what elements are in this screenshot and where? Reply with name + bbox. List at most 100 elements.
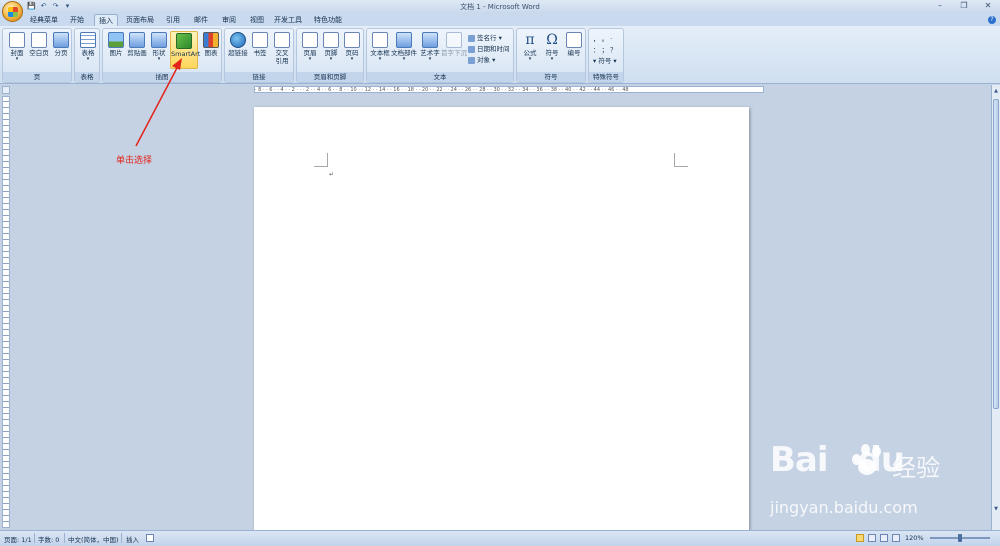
chevron-down-icon: ▾ (528, 56, 532, 62)
chevron-down-icon: ▾ (428, 56, 432, 62)
zoom-slider-knob[interactable] (958, 534, 962, 542)
tab-page-layout[interactable]: 页面布局 (122, 14, 158, 26)
ribbon: 封面 ▾ 空白页 分页 页 表格 ▾ 表格 图片 剪贴画 形状 ▾ SmartArt … (0, 26, 1000, 84)
status-word-count[interactable]: 字数: 0 (38, 534, 59, 544)
text-box-icon (372, 32, 388, 48)
cover-page-icon (9, 32, 25, 48)
vertical-ruler[interactable] (2, 96, 10, 528)
date-time-button[interactable]: 日期和时间 (468, 43, 510, 53)
group-header-footer: 页眉 ▾ 页脚 ▾ 页码 ▾ 页眉和页脚 (296, 28, 364, 83)
outline-view-icon[interactable] (892, 534, 900, 542)
office-logo-icon (7, 6, 18, 17)
object-button[interactable]: 对象 ▾ (468, 54, 495, 64)
text-box-button[interactable]: 文本框 ▾ (368, 31, 392, 69)
group-label-header-footer: 页眉和页脚 (297, 72, 363, 82)
quick-parts-icon (396, 32, 412, 48)
scroll-up-icon[interactable]: ▲ (993, 87, 999, 95)
group-symbols: π 公式 ▾ Ω 符号 ▾ 编号 符号 (516, 28, 586, 83)
tab-special-features[interactable]: 特色功能 (312, 14, 344, 26)
tab-references[interactable]: 引用 (162, 14, 184, 26)
hyperlink-button[interactable]: 超链接 (226, 31, 250, 69)
full-screen-view-icon[interactable] (868, 534, 876, 542)
title-bar: 💾 ↶ ↷ ▾ 文档 1 - Microsoft Word – ❐ ✕ (0, 0, 1000, 13)
page-break-icon (53, 32, 69, 48)
cross-reference-button[interactable]: 交叉 引用 (270, 31, 294, 69)
chart-button[interactable]: 图表 (199, 31, 223, 69)
tab-insert[interactable]: 插入 (94, 14, 118, 26)
margin-corner-left (314, 153, 328, 167)
ribbon-tabs: 经典菜单 开始 插入 页面布局 引用 邮件 审阅 视图 开发工具 特色功能 ? (0, 13, 1000, 26)
status-language[interactable]: 中文(简体，中国) (68, 534, 119, 544)
signature-line-button[interactable]: 签名行 ▾ (468, 32, 502, 42)
window-controls: – ❐ ✕ (934, 1, 994, 10)
scrollbar-thumb[interactable] (993, 99, 999, 409)
zoom-level[interactable]: 120% (905, 534, 924, 542)
smartart-icon (176, 33, 192, 49)
vertical-scrollbar[interactable]: ▲ ▼ (991, 85, 1000, 530)
chevron-down-icon: ▾ (15, 56, 19, 62)
status-insert-mode[interactable]: 插入 (126, 534, 139, 544)
macro-record-icon[interactable] (146, 534, 154, 542)
web-layout-view-icon[interactable] (880, 534, 888, 542)
horizontal-ruler[interactable]: · 8 · · 6 · · 4 · · 2 · · · 2 · · 4 · · … (12, 85, 990, 94)
tab-classic-menu[interactable]: 经典菜单 (28, 14, 60, 26)
chevron-down-icon: ▾ (550, 56, 554, 62)
cover-page-button[interactable]: 封面 ▾ (5, 31, 29, 69)
minimize-button[interactable]: – (934, 1, 946, 10)
cross-reference-icon (274, 32, 290, 48)
status-bar: 页面: 1/1 字数: 0 中文(简体，中国) 插入 120% (0, 530, 1000, 546)
ruler-toggle-button[interactable] (2, 86, 10, 94)
signature-line-icon (468, 34, 475, 42)
status-divider (64, 533, 65, 543)
symbol-button[interactable]: Ω 符号 ▾ (540, 31, 564, 69)
ruler-scale: · 8 · · 6 · · 4 · · 2 · · · 2 · · 4 · · … (254, 86, 764, 93)
chevron-down-icon: ▾ (350, 56, 354, 62)
close-button[interactable]: ✕ (982, 1, 994, 10)
special-symbols-row-1[interactable]: ， 。 · (593, 33, 612, 43)
special-symbols-row-2[interactable]: ： ； ？ (593, 44, 617, 54)
status-divider (121, 533, 122, 543)
wordart-button[interactable]: 艺术字 ▾ (418, 31, 442, 69)
clip-art-icon (129, 32, 145, 48)
omega-icon: Ω (546, 32, 558, 48)
smartart-button[interactable]: SmartArt (170, 31, 200, 69)
status-page-count[interactable]: 页面: 1/1 (4, 534, 32, 544)
blank-page-button[interactable]: 空白页 (27, 31, 51, 69)
page-number-button[interactable]: 页码 ▾ (340, 31, 364, 69)
drop-cap-button[interactable]: 首字下沉 (441, 31, 467, 69)
quick-parts-button[interactable]: 文档部件 ▾ (391, 31, 417, 69)
group-illustrations: 图片 剪贴画 形状 ▾ SmartArt 图表 插图 (102, 28, 222, 83)
baidu-paw-icon (852, 444, 886, 478)
shapes-button[interactable]: 形状 ▾ (147, 31, 171, 69)
equation-button[interactable]: π 公式 ▾ (518, 31, 542, 69)
tab-review[interactable]: 审阅 (218, 14, 240, 26)
special-symbols-dropdown[interactable]: ▾ 符号 ▾ (593, 55, 617, 65)
group-label-tables: 表格 (75, 72, 99, 82)
group-label-illustrations: 插图 (103, 72, 221, 82)
page-number-icon (344, 32, 360, 48)
page-break-button[interactable]: 分页 (49, 31, 73, 69)
group-special-symbols: ， 。 · ： ； ？ ▾ 符号 ▾ 特殊符号 (588, 28, 624, 83)
clip-art-button[interactable]: 剪贴画 (125, 31, 149, 69)
numbering-button[interactable]: 编号 (562, 31, 586, 69)
help-icon[interactable]: ? (988, 16, 996, 24)
status-divider (34, 533, 35, 543)
tab-developer[interactable]: 开发工具 (272, 14, 304, 26)
group-label-links: 链接 (225, 72, 293, 82)
baidu-watermark: Bai du 经验 jingyan.baidu.com (770, 440, 990, 530)
document-page[interactable]: ↵ (254, 107, 749, 530)
chevron-down-icon: ▾ (402, 56, 406, 62)
table-button[interactable]: 表格 ▾ (76, 31, 100, 69)
tab-mailings[interactable]: 邮件 (190, 14, 212, 26)
office-button[interactable] (2, 1, 23, 22)
calendar-icon (468, 45, 475, 53)
tab-home[interactable]: 开始 (64, 14, 90, 26)
scroll-down-icon[interactable]: ▼ (993, 505, 999, 513)
header-icon (302, 32, 318, 48)
shapes-icon (151, 32, 167, 48)
tab-view[interactable]: 视图 (246, 14, 268, 26)
bookmark-button[interactable]: 书签 (248, 31, 272, 69)
restore-button[interactable]: ❐ (958, 1, 970, 10)
print-layout-view-icon[interactable] (856, 534, 864, 542)
bookmark-icon (252, 32, 268, 48)
